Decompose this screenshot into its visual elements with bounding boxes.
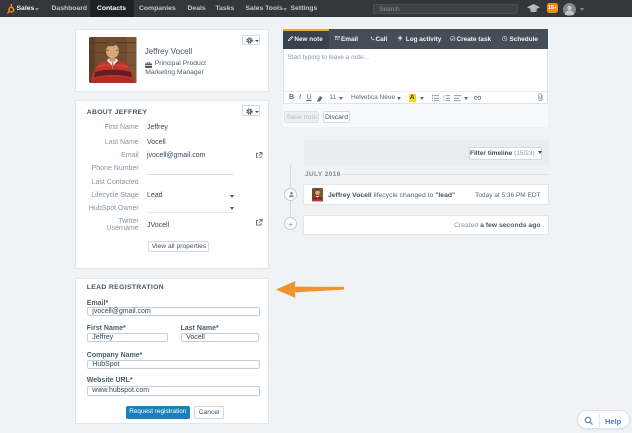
svg-text:2: 2 [443, 98, 445, 101]
